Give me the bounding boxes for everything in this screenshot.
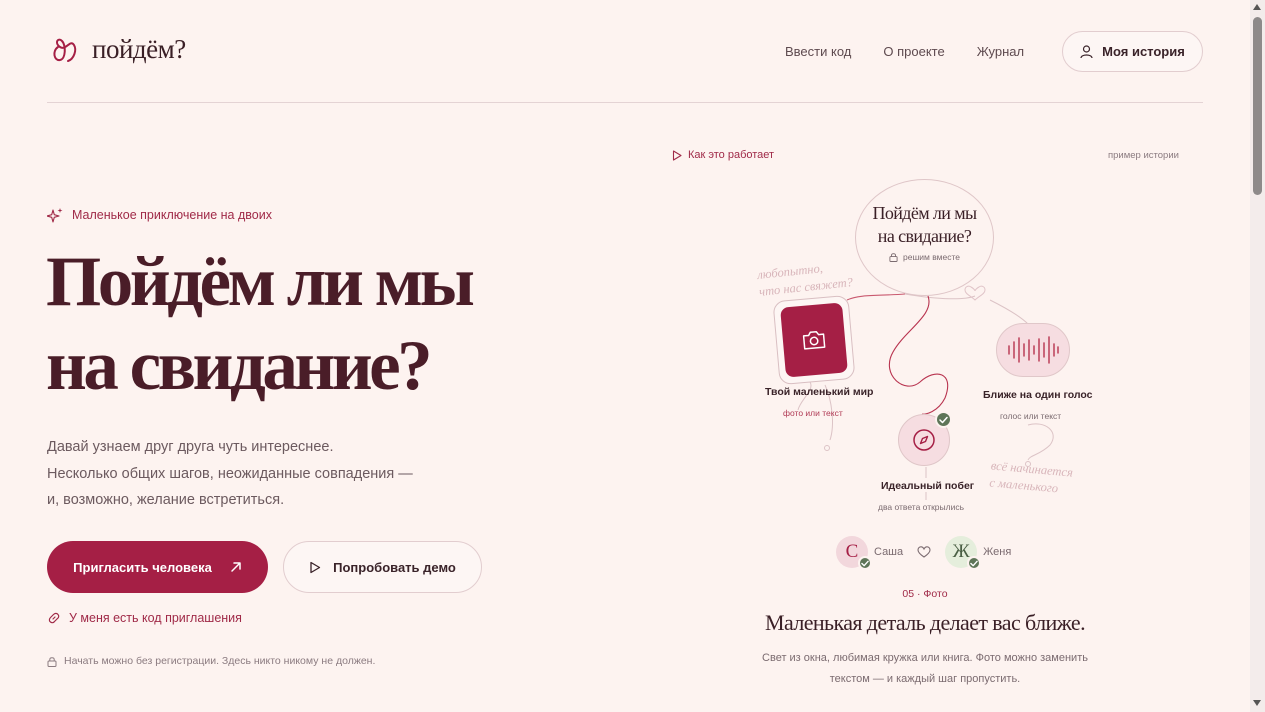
- logo-text: пойдём?: [92, 34, 186, 64]
- hero-title-line2: на свидание?: [46, 327, 433, 405]
- check-icon: [858, 556, 872, 570]
- avatar: Ж: [945, 536, 982, 570]
- step-label: 05 · Фото: [902, 588, 948, 600]
- header-divider: [47, 102, 1203, 103]
- scroll-down-arrow-icon[interactable]: [1253, 700, 1261, 706]
- voice-node[interactable]: [996, 323, 1070, 377]
- nav-about[interactable]: О проекте: [883, 44, 944, 59]
- hero-subtitle-line: Давай узнаем друг друга чуть интереснее.: [47, 439, 334, 455]
- main-nav: Ввести код О проекте Журнал: [785, 44, 1024, 59]
- node-complete-check-icon: [935, 411, 952, 428]
- participant-name: Саша: [874, 546, 904, 558]
- avatar-initial: С: [845, 541, 859, 562]
- node-voice-sub: голос или текст: [1000, 411, 1062, 421]
- play-icon: [672, 149, 682, 161]
- main-question-line: на свидание?: [877, 226, 972, 246]
- hero-badge-text: Маленькое приключение на двоих: [72, 208, 272, 222]
- handwritten-note-start: всё начинается с маленького: [989, 457, 1074, 498]
- nav-enter-code[interactable]: Ввести код: [785, 44, 851, 59]
- photo-card[interactable]: [772, 294, 856, 386]
- node-escape-label: Идеальный побег: [881, 480, 975, 492]
- node-world-sub: фото или текст: [783, 408, 843, 418]
- hero-subtitle: Давай узнаем друг друга чуть интереснее.…: [47, 434, 413, 514]
- sparkle-icon: [47, 208, 63, 223]
- compass-icon: [913, 429, 935, 451]
- main-question-sub-text: решим вместе: [903, 252, 960, 262]
- hero-subtitle-line: Несколько общих шагов, неожиданные совпа…: [47, 465, 413, 482]
- node-voice-label: Ближе на один голос: [983, 389, 1093, 401]
- how-it-works-link[interactable]: Как это работает: [672, 149, 774, 161]
- invite-person-button[interactable]: Пригласить человека: [47, 541, 268, 593]
- hero-title: Пойдём ли мы на свидание?: [46, 240, 606, 408]
- hero-badge: Маленькое приключение на двоих: [47, 207, 272, 223]
- my-story-label: Моя история: [1102, 44, 1185, 59]
- camera-icon: [802, 331, 826, 350]
- main-question-line: Пойдём ли мы: [872, 203, 977, 223]
- try-demo-label: Попробовать демо: [333, 559, 456, 575]
- page-scrollbar[interactable]: [1250, 0, 1265, 712]
- scroll-up-arrow-icon[interactable]: [1253, 4, 1261, 10]
- scroll-thumb[interactable]: [1253, 17, 1262, 195]
- step-description-line: Свет из окна, любимая кружка или книга. …: [762, 652, 1088, 664]
- step-title: Маленькая деталь делает вас ближе.: [765, 610, 1086, 635]
- avatar: С: [836, 536, 872, 570]
- node-escape-sub: два ответа открылись: [878, 502, 965, 512]
- example-story-label: пример истории: [1108, 150, 1179, 161]
- user-icon: [1080, 44, 1093, 58]
- main-question-sub: решим вместе: [856, 252, 993, 262]
- logo-loop-icon: [53, 38, 77, 62]
- main-question-bubble[interactable]: Пойдём ли мы на свидание? решим вместе: [855, 179, 994, 296]
- node-world-label: Твой маленький мир: [765, 386, 874, 398]
- handwritten-note-curious: любопытно, что нас свяжет?: [756, 257, 854, 301]
- main-question-text: Пойдём ли мы на свидание?: [856, 202, 993, 248]
- heart-icon: [917, 546, 931, 558]
- participants: С Саша Ж Женя: [836, 536, 1012, 570]
- check-icon: [967, 556, 982, 570]
- lock-icon: [889, 253, 898, 262]
- invite-person-label: Пригласить человека: [73, 559, 212, 575]
- soundwave-icon: [1008, 336, 1059, 364]
- my-story-button[interactable]: Моя история: [1062, 31, 1203, 72]
- nav-journal[interactable]: Журнал: [977, 44, 1024, 59]
- hero-subtitle-line: и, возможно, желание встретиться.: [47, 492, 285, 508]
- participant-name: Женя: [983, 546, 1012, 558]
- hero-title-line1: Пойдём ли мы: [46, 243, 475, 321]
- try-demo-button[interactable]: Попробовать демо: [283, 541, 482, 593]
- photo-card-inner: [780, 302, 848, 378]
- logo[interactable]: пойдём?: [50, 34, 186, 65]
- arrow-up-right-icon: [231, 562, 241, 572]
- how-it-works-label: Как это работает: [688, 149, 775, 161]
- step-description: Свет из окна, любимая кружка или книга. …: [0, 648, 1265, 690]
- play-icon: [310, 561, 321, 573]
- step-description-line: текстом — и каждый шаг пропустить.: [829, 673, 1021, 685]
